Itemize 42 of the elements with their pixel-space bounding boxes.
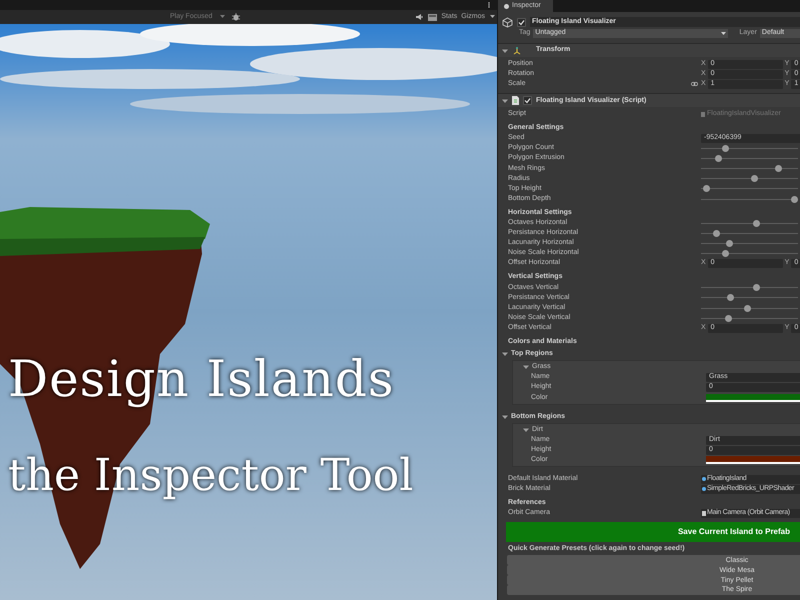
color-swatch[interactable] xyxy=(706,456,800,464)
camera-component-icon xyxy=(702,511,706,516)
slider-thumb[interactable] xyxy=(722,250,729,258)
script-file-icon xyxy=(512,96,519,106)
speaker-icon[interactable] xyxy=(416,14,424,20)
dropdown-caret-icon xyxy=(721,32,726,36)
color-swatch[interactable] xyxy=(706,394,800,402)
foldout-caret-icon[interactable] xyxy=(502,351,508,358)
slider-thumb[interactable] xyxy=(714,155,722,162)
link-icon[interactable] xyxy=(691,82,698,86)
slider-thumb[interactable] xyxy=(712,230,720,237)
dropdown-caret-icon xyxy=(490,15,495,19)
slider-thumb[interactable] xyxy=(774,165,782,172)
material-icon xyxy=(702,477,706,482)
script-icon xyxy=(701,112,705,117)
foldout-caret-icon[interactable] xyxy=(523,364,529,370)
slider-thumb[interactable] xyxy=(753,284,760,292)
save-prefab-button[interactable]: Save Current Island to Prefab xyxy=(506,522,800,542)
slider-thumb[interactable] xyxy=(725,314,732,322)
slider-thumb[interactable] xyxy=(791,196,798,203)
info-icon xyxy=(504,4,509,8)
foldout-caret-icon[interactable] xyxy=(523,426,529,433)
checkbox[interactable] xyxy=(523,96,532,106)
checkmark-icon xyxy=(524,97,531,104)
slider-thumb[interactable] xyxy=(702,185,710,192)
slider-thumb[interactable] xyxy=(727,294,734,302)
dropdown-caret-icon xyxy=(220,15,226,19)
slider-thumb[interactable] xyxy=(751,175,758,182)
foldout-caret-icon[interactable] xyxy=(502,98,508,104)
transform-icon xyxy=(513,46,521,54)
slider-thumb[interactable] xyxy=(722,145,729,152)
bug-icon[interactable] xyxy=(232,13,240,21)
display-icon[interactable] xyxy=(428,14,438,20)
material-icon xyxy=(702,487,706,492)
checkmark-icon xyxy=(518,18,525,26)
slider-thumb[interactable] xyxy=(726,240,734,247)
foldout-caret-icon[interactable] xyxy=(502,414,508,420)
foldout-caret-icon[interactable] xyxy=(502,48,508,54)
slider-thumb[interactable] xyxy=(753,220,760,227)
cube-icon xyxy=(502,16,513,28)
checkbox[interactable] xyxy=(517,18,526,26)
slider-thumb[interactable] xyxy=(744,304,752,312)
